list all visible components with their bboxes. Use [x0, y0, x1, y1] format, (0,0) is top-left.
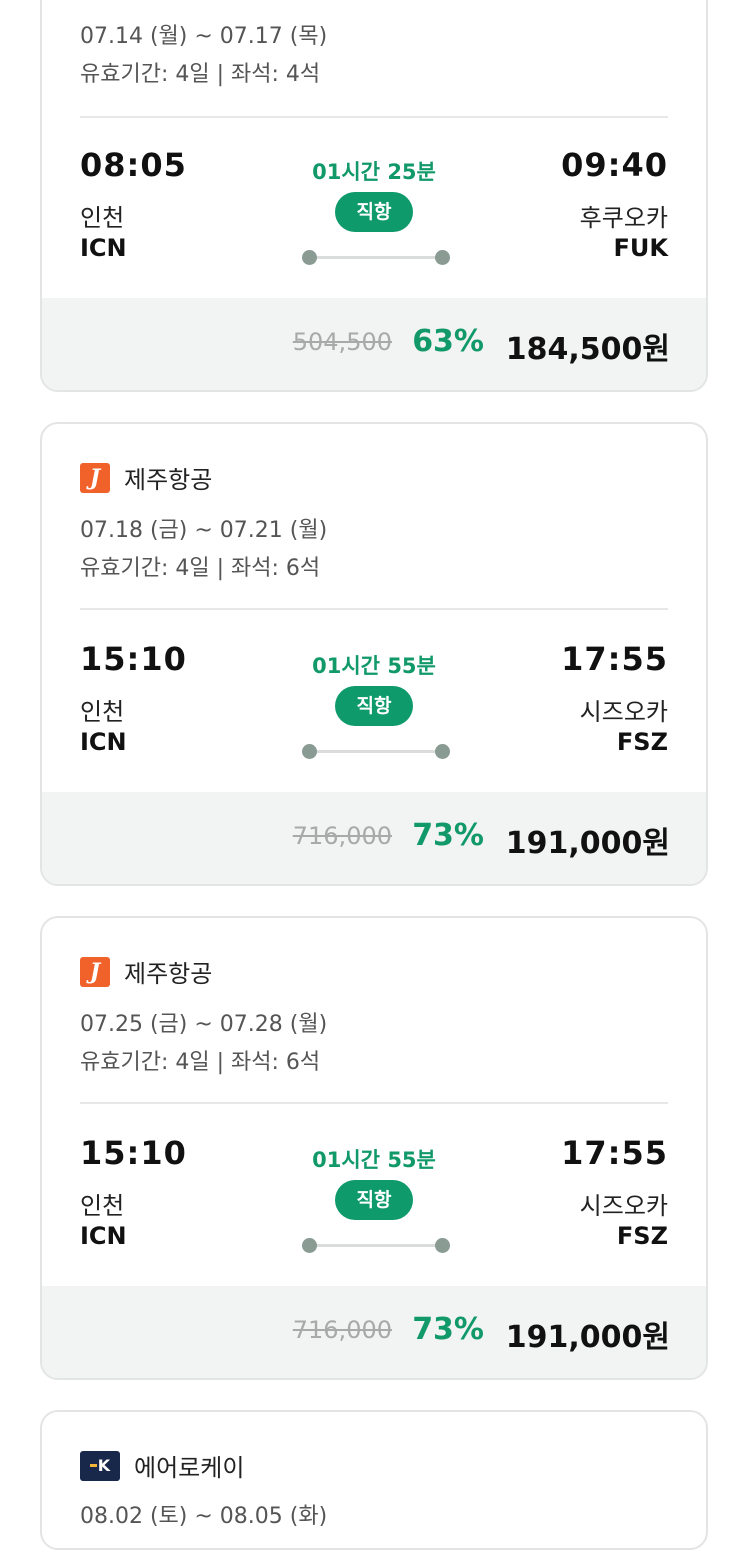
- aerok-logo-icon: K: [80, 1450, 120, 1481]
- departure-code: ICN: [80, 1222, 127, 1250]
- origin-dot-icon: [302, 1238, 317, 1253]
- arrival-city: 후쿠오카: [579, 204, 668, 232]
- arrival-code: FSZ: [616, 1222, 668, 1250]
- discount-rate: 73%: [412, 818, 484, 853]
- airline-name: 에어로케이: [134, 1454, 245, 1482]
- route-line: [302, 1238, 450, 1253]
- validity-seats: 유효기간: 4일 | 좌석: 6석: [80, 1050, 321, 1075]
- flight-card[interactable]: J 제주항공 07.25 (금) ~ 07.28 (월) 유효기간: 4일 | …: [40, 916, 708, 1380]
- airline-row: K 에어로케이: [80, 1448, 244, 1483]
- flight-duration: 01시간 25분: [312, 160, 436, 184]
- final-price: 191,000원: [505, 826, 670, 861]
- price-bar: 504,500 63% 184,500원: [42, 298, 706, 390]
- departure-city: 인천: [80, 1192, 125, 1220]
- discount-rate: 73%: [412, 1312, 484, 1347]
- route-line: [302, 744, 450, 759]
- destination-dot-icon: [435, 744, 450, 759]
- flight-card[interactable]: J 제주항공 07.18 (금) ~ 07.21 (월) 유효기간: 4일 | …: [40, 422, 708, 886]
- arrival-code: FSZ: [616, 728, 668, 756]
- divider: [80, 1102, 668, 1104]
- divider: [80, 608, 668, 610]
- airline-name: 제주항공: [124, 466, 213, 494]
- validity-seats: 유효기간: 4일 | 좌석: 6석: [80, 556, 321, 581]
- arrival-city: 시즈오카: [579, 1192, 668, 1220]
- arrival-city: 시즈오카: [579, 698, 668, 726]
- airline-row: J 제주항공: [80, 460, 212, 495]
- jeju-air-logo-icon: J: [80, 462, 110, 493]
- direct-flight-badge: 직항: [335, 686, 413, 726]
- origin-dot-icon: [302, 744, 317, 759]
- origin-dot-icon: [302, 250, 317, 265]
- departure-city: 인천: [80, 204, 125, 232]
- price-bar: 716,000 73% 191,000원: [42, 792, 706, 884]
- departure-city: 인천: [80, 698, 125, 726]
- price-bar: 716,000 73% 191,000원: [42, 1286, 706, 1378]
- flight-card[interactable]: K 에어로케이 08.02 (토) ~ 08.05 (화): [40, 1410, 708, 1550]
- original-price: 716,000: [292, 822, 392, 850]
- destination-dot-icon: [435, 1238, 450, 1253]
- flight-card[interactable]: 07.14 (월) ~ 07.17 (목) 유효기간: 4일 | 좌석: 4석 …: [40, 0, 708, 392]
- flight-duration: 01시간 55분: [312, 1148, 436, 1172]
- departure-code: ICN: [80, 234, 127, 262]
- airline-row: J 제주항공: [80, 954, 212, 989]
- airline-name: 제주항공: [124, 960, 213, 988]
- final-price: 184,500원: [505, 332, 670, 367]
- arrival-code: FUK: [613, 234, 668, 262]
- travel-dates: 07.18 (금) ~ 07.21 (월): [80, 518, 328, 543]
- travel-dates: 07.14 (월) ~ 07.17 (목): [80, 24, 328, 49]
- divider: [80, 116, 668, 118]
- validity-seats: 유효기간: 4일 | 좌석: 4석: [80, 62, 321, 87]
- travel-dates: 08.02 (토) ~ 08.05 (화): [80, 1504, 328, 1529]
- route-line: [302, 250, 450, 265]
- jeju-air-logo-icon: J: [80, 956, 110, 987]
- departure-code: ICN: [80, 728, 127, 756]
- travel-dates: 07.25 (금) ~ 07.28 (월): [80, 1012, 328, 1037]
- destination-dot-icon: [435, 250, 450, 265]
- final-price: 191,000원: [505, 1320, 670, 1355]
- aerok-logo-letter: K: [97, 1456, 111, 1475]
- original-price: 716,000: [292, 1316, 392, 1344]
- discount-rate: 63%: [412, 324, 484, 359]
- flight-duration: 01시간 55분: [312, 654, 436, 678]
- original-price: 504,500: [292, 328, 392, 356]
- direct-flight-badge: 직항: [335, 192, 413, 232]
- direct-flight-badge: 직항: [335, 1180, 413, 1220]
